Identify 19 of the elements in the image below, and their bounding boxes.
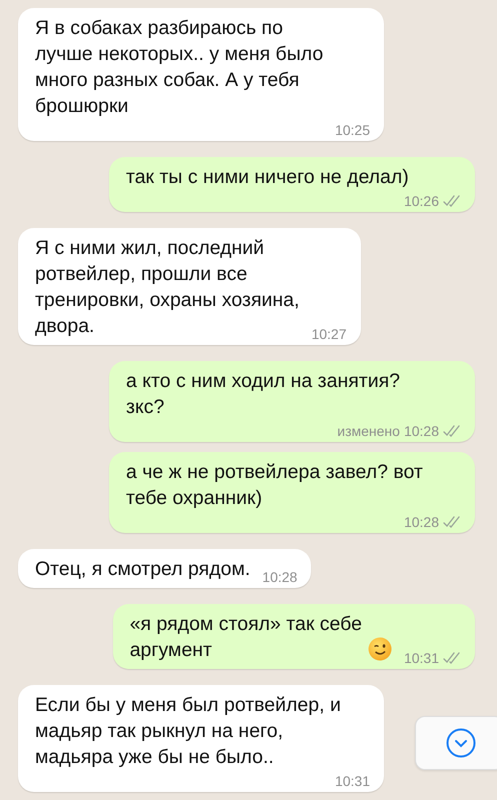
message-text: так ты с ними ничего не делал) xyxy=(126,165,409,190)
message-time: 10:25 xyxy=(334,122,370,138)
message-time: 10:31 xyxy=(404,650,439,666)
message-time: 10:28 xyxy=(262,569,298,585)
message-text: Отец, я смотрел рядом. xyxy=(35,557,250,582)
message-time: 10:27 xyxy=(311,326,346,342)
message-text: а кто с ним ходил на занятия? зкс? xyxy=(126,369,400,420)
message-text: Я в собаках разбираюсь по лучше некоторых.. у меня было много разных собак. А у тебя брошюрки xyxy=(35,16,324,119)
message-time: 10:31 xyxy=(334,773,370,789)
edited-label: изменено xyxy=(337,423,400,439)
scroll-down-button[interactable] xyxy=(415,716,497,770)
message-text: Если бы у меня был ротвейлер, и мадьяр так рыкнул на него, мадьяра уже бы не было.. xyxy=(35,693,341,770)
message-time: 10:28 xyxy=(404,423,439,439)
message-time: 10:26 xyxy=(404,193,439,209)
chevron-down-icon xyxy=(446,728,476,758)
message-text: «я рядом стоял» так себе аргумент xyxy=(130,612,362,663)
message-time: 10:28 xyxy=(404,514,439,530)
message-text: Я с ними жил, последний ротвейлер, прошли все тренировки, охраны хозяина, двора. xyxy=(35,236,300,339)
message-text: а че ж не ротвейлера завел? вот тебе охранник) xyxy=(126,460,423,511)
